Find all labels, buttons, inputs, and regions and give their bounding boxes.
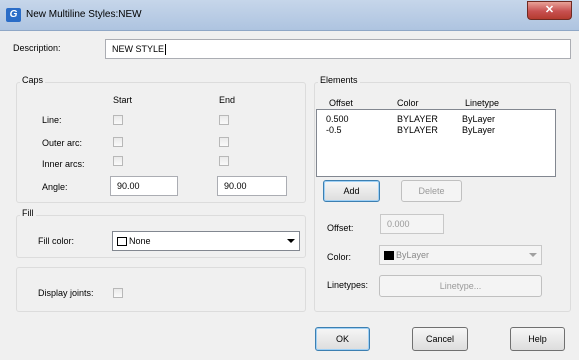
element-color-dropdown[interactable]: ByLayer: [379, 245, 542, 265]
caps-line-start-checkbox[interactable]: [113, 115, 123, 125]
window-title: New Multiline Styles:NEW: [26, 9, 142, 20]
fill-color-dropdown[interactable]: None: [112, 231, 300, 251]
element-offset: 0.500: [326, 114, 349, 124]
caps-line-label: Line:: [42, 115, 62, 125]
dialog-window: G New Multiline Styles:NEW ✕ Description…: [0, 0, 579, 360]
element-offset-label: Offset:: [327, 223, 354, 233]
caps-inner-arcs-end-checkbox[interactable]: [219, 156, 229, 166]
caps-inner-arcs-label: Inner arcs:: [42, 159, 85, 169]
element-offset: -0.5: [326, 125, 342, 135]
add-button[interactable]: Add: [323, 180, 380, 202]
display-joints-checkbox[interactable]: [113, 288, 123, 298]
description-label: Description:: [13, 43, 61, 53]
elements-group-title: Elements: [318, 75, 360, 85]
elements-offset-header: Offset: [329, 98, 353, 108]
linetype-button[interactable]: Linetype...: [379, 275, 542, 297]
title-bar: G New Multiline Styles:NEW ✕: [0, 0, 579, 31]
fill-color-value: None: [129, 236, 151, 246]
element-offset-input[interactable]: 0.000: [380, 214, 444, 234]
elements-list[interactable]: 0.500 BYLAYER ByLayer -0.5 BYLAYER ByLay…: [316, 109, 556, 177]
chevron-down-icon: [529, 253, 537, 257]
ok-button[interactable]: OK: [315, 327, 370, 351]
caps-angle-end-input[interactable]: 90.00: [217, 176, 287, 196]
caps-end-header: End: [219, 95, 236, 105]
caps-angle-start-input[interactable]: 90.00: [110, 176, 178, 196]
element-color-value: ByLayer: [396, 250, 430, 260]
linetypes-label: Linetypes:: [327, 280, 369, 290]
description-input[interactable]: NEW STYLE: [105, 39, 571, 59]
close-button[interactable]: ✕: [527, 1, 572, 20]
caps-group-title: Caps: [20, 75, 46, 85]
text-cursor: [165, 44, 167, 56]
cancel-button[interactable]: Cancel: [412, 327, 468, 351]
bylayer-color-swatch: [384, 251, 394, 261]
caps-line-end-checkbox[interactable]: [219, 115, 229, 125]
caps-angle-end-value: 90.00: [224, 181, 247, 191]
caps-outer-arc-end-checkbox[interactable]: [219, 137, 229, 147]
caps-inner-arcs-start-checkbox[interactable]: [113, 156, 123, 166]
caps-angle-label: Angle:: [42, 182, 68, 192]
fill-color-swatch: [117, 237, 127, 247]
caps-start-header: Start: [113, 95, 133, 105]
fill-color-label: Fill color:: [38, 236, 75, 246]
delete-button[interactable]: Delete: [401, 180, 462, 202]
element-color: BYLAYER: [397, 114, 438, 124]
caps-angle-start-value: 90.00: [117, 181, 140, 191]
element-color-label: Color:: [327, 252, 352, 262]
element-linetype: ByLayer: [462, 114, 496, 124]
chevron-down-icon: [287, 239, 295, 243]
display-joints-label: Display joints:: [38, 288, 94, 298]
element-offset-value: 0.000: [387, 219, 410, 229]
elements-linetype-header: Linetype: [465, 98, 500, 108]
fill-group-title: Fill: [20, 208, 36, 218]
elements-color-header: Color: [397, 98, 419, 108]
element-linetype: ByLayer: [462, 125, 496, 135]
caps-outer-arc-start-checkbox[interactable]: [113, 137, 123, 147]
caps-outer-arc-label: Outer arc:: [42, 138, 83, 148]
description-value: NEW STYLE: [112, 44, 165, 54]
help-button[interactable]: Help: [510, 327, 565, 351]
element-color: BYLAYER: [397, 125, 438, 135]
app-logo-icon: G: [6, 8, 21, 22]
